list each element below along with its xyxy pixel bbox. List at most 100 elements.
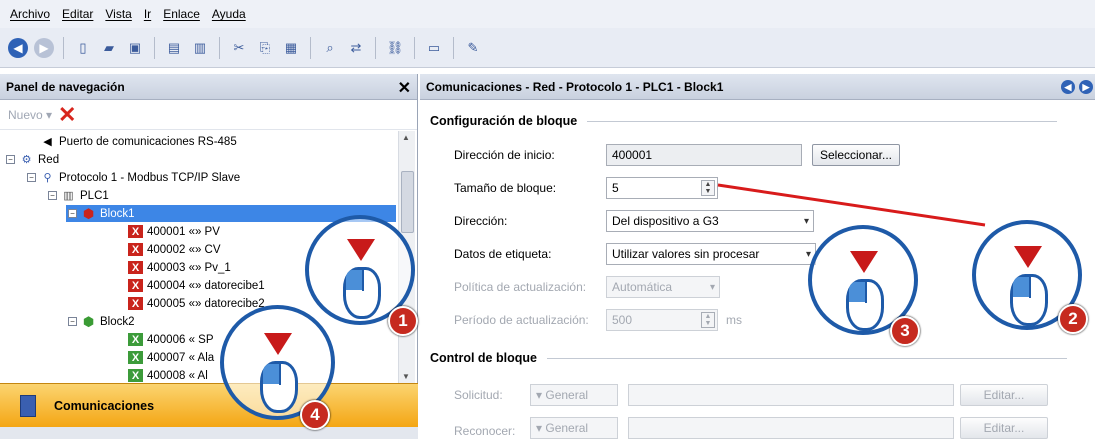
find-icon[interactable]: ⌕ — [320, 38, 340, 58]
tree-item-tag[interactable]: X 400004 «» datorecibe1 — [128, 277, 265, 294]
tree-item-label: 400005 «» datorecibe2 — [147, 297, 265, 310]
tree-item-label: 400003 «» Pv_1 — [147, 261, 231, 274]
block-size-value: 5 — [612, 181, 619, 195]
paste-icon[interactable]: ▦ — [281, 38, 301, 58]
tree-item-label: Puerto de comunicaciones RS-485 — [59, 135, 237, 148]
request-field[interactable] — [628, 384, 954, 406]
divider — [546, 357, 1067, 359]
tree-item-tag[interactable]: X 400005 «» datorecibe2 — [128, 295, 265, 312]
forward-icon[interactable]: ▶ — [34, 37, 54, 58]
tree-item-label: 400002 «» CV — [147, 243, 221, 256]
tree-item-tag[interactable]: X 400008 « Al — [128, 367, 208, 383]
menu-editar[interactable]: Editar — [62, 7, 93, 21]
scroll-down-icon[interactable]: ▼ — [402, 372, 410, 381]
callout-badge-1: 1 — [388, 306, 418, 336]
update-period-input[interactable]: 500 ▲ ▼ — [606, 309, 718, 331]
menu-ayuda[interactable]: Ayuda — [212, 7, 246, 21]
close-icon[interactable]: ✕ — [398, 78, 411, 98]
pen-icon[interactable]: ✎ — [463, 38, 483, 58]
block-size-input[interactable]: 5 ▲ ▼ — [606, 177, 718, 199]
acknowledge-field[interactable] — [628, 417, 954, 439]
protocol-icon: ⚲ — [43, 172, 52, 184]
back-icon[interactable]: ◀ — [8, 37, 28, 58]
tree-item-label: Block2 — [100, 315, 135, 328]
menu-vista[interactable]: Vista — [105, 7, 131, 21]
tree-item-block2[interactable]: − ⬢ Block2 — [68, 313, 135, 330]
mouse-icon — [260, 361, 298, 413]
tree-item-protocol[interactable]: − ⚲ Protocolo 1 - Modbus TCP/IP Slave — [27, 169, 240, 186]
edit-acknowledge-button[interactable]: Editar... — [960, 417, 1048, 439]
link-icon[interactable]: ⛓ — [385, 38, 405, 58]
request-select[interactable]: ▾ General — [530, 384, 618, 406]
chevron-down-icon[interactable]: ▾ — [710, 282, 715, 293]
collapse-icon[interactable]: − — [48, 191, 57, 200]
start-address-field[interactable]: 400001 — [606, 144, 802, 166]
port-icon: ◀ — [43, 136, 52, 148]
mouse-icon — [1010, 274, 1048, 326]
tree-item-label: 400008 « Al — [147, 369, 208, 382]
collapse-icon[interactable]: − — [6, 155, 15, 164]
request-label: Solicitud: — [454, 388, 503, 402]
control-section-title: Control de bloque — [430, 351, 537, 365]
spinner-icon[interactable]: ▲ ▼ — [701, 312, 715, 328]
select-button[interactable]: Seleccionar... — [812, 144, 900, 166]
tree-item-plc1[interactable]: − ▥ PLC1 — [48, 187, 109, 204]
forward-icon[interactable]: ▶ — [1079, 80, 1093, 94]
mouse-left-button — [849, 282, 865, 302]
menu-archivo[interactable]: Archivo — [10, 7, 50, 21]
update-period-unit: ms — [726, 313, 742, 327]
direction-select[interactable]: Del dispositivo a G3 ▾ — [606, 210, 814, 232]
tag-data-label: Datos de etiqueta: — [454, 247, 552, 261]
start-address-value: 400001 — [612, 148, 653, 162]
control-section-header: Control de bloque — [430, 351, 1067, 365]
acknowledge-label: Reconocer: — [454, 424, 516, 438]
tree-item-tag[interactable]: X 400002 «» CV — [128, 241, 221, 258]
update-policy-select[interactable]: Automática ▾ — [606, 276, 720, 298]
toolbar-separator — [375, 36, 376, 59]
delete-icon[interactable]: ✕ — [58, 103, 76, 126]
new-item-button[interactable]: Nuevo ▾ — [8, 108, 52, 122]
menu-ir[interactable]: Ir — [144, 7, 151, 21]
cut-icon[interactable]: ✂ — [229, 38, 249, 58]
communications-nav-button[interactable]: Comunicaciones — [0, 383, 418, 427]
edit-button-label: Editar... — [983, 421, 1025, 435]
tree-item-tag[interactable]: X 400001 «» PV — [128, 223, 220, 240]
direction-label: Dirección: — [454, 214, 508, 228]
spinner-icon[interactable]: ▲ ▼ — [701, 180, 715, 196]
replace-icon[interactable]: ⇄ — [346, 38, 366, 58]
navigation-toolbar: Nuevo ▾ ✕ — [0, 100, 417, 130]
acknowledge-value: General — [545, 421, 589, 435]
block-red-icon: ⬢ — [82, 205, 95, 221]
communications-icon — [20, 394, 36, 417]
chevron-down-icon[interactable]: ▾ — [806, 249, 811, 260]
menu-enlace[interactable]: Enlace — [163, 7, 200, 21]
tree-item-tag[interactable]: X 400003 «» Pv_1 — [128, 259, 231, 276]
new-file-icon[interactable]: ▯ — [73, 38, 93, 58]
save-icon[interactable]: ▣ — [125, 38, 145, 58]
scrollbar-thumb[interactable] — [401, 171, 414, 233]
import-icon[interactable]: ▤ — [164, 38, 184, 58]
monitor-icon[interactable]: ▭ — [424, 38, 444, 58]
toolbar: ◀ ▶ ▯ ▰ ▣ ▤ ▥ ✂ ⎘ ▦ ⌕ ⇄ ⛓ ▭ ✎ — [0, 28, 1095, 68]
collapse-icon[interactable]: − — [27, 173, 36, 182]
chevron-down-icon[interactable]: ▾ — [804, 216, 809, 227]
properties-title: Comunicaciones - Red - Protocolo 1 - PLC… — [426, 79, 724, 94]
scroll-up-icon[interactable]: ▲ — [402, 133, 410, 142]
tree-item-rs485[interactable]: ◀ Puerto de comunicaciones RS-485 — [40, 133, 237, 150]
tree-item-label: Red — [38, 153, 60, 166]
navigation-panel-title: Panel de navegación — [6, 79, 125, 94]
back-icon[interactable]: ◀ — [1061, 80, 1075, 94]
export-icon[interactable]: ▥ — [190, 38, 210, 58]
tree-item-tag[interactable]: X 400007 « Ala — [128, 349, 214, 366]
copy-icon[interactable]: ⎘ — [255, 38, 275, 58]
collapse-icon[interactable]: − — [68, 209, 77, 218]
tree-item-red[interactable]: − ⚙ Red — [6, 151, 59, 168]
acknowledge-select[interactable]: ▾ General — [530, 417, 618, 439]
update-period-label: Período de actualización: — [454, 313, 589, 327]
edit-request-button[interactable]: Editar... — [960, 384, 1048, 406]
tree-item-tag[interactable]: X 400006 « SP — [128, 331, 214, 348]
tag-data-select[interactable]: Utilizar valores sin procesar ▾ — [606, 243, 816, 265]
tag-red-icon: X — [128, 225, 143, 238]
open-folder-icon[interactable]: ▰ — [99, 38, 119, 58]
collapse-icon[interactable]: − — [68, 317, 77, 326]
